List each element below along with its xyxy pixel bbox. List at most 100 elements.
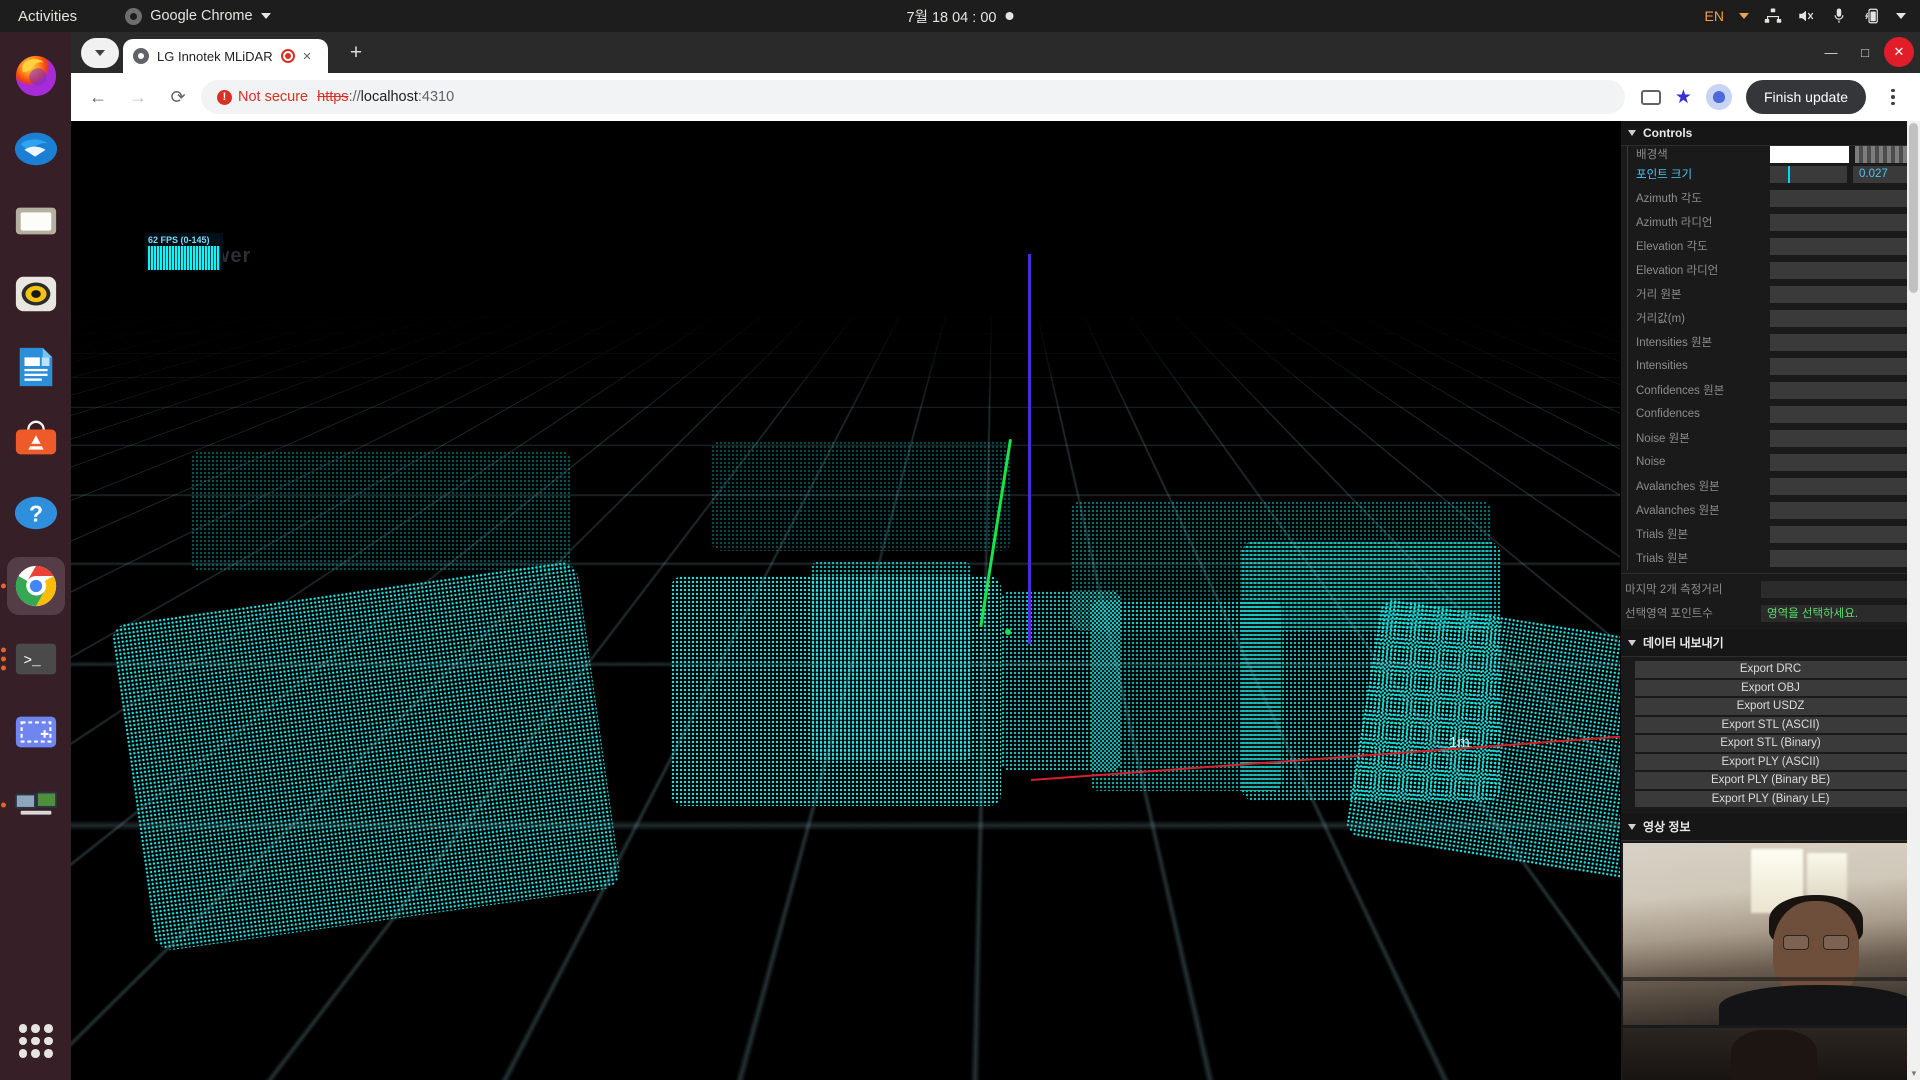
grid-dot-icon [18, 1049, 28, 1058]
activities-button[interactable]: Activities [0, 8, 91, 25]
webcam-preview[interactable] [1623, 843, 1919, 1025]
finish-update-button[interactable]: Finish update [1745, 80, 1866, 114]
value-field[interactable] [1770, 333, 1915, 351]
color-swatch[interactable] [1855, 145, 1915, 163]
cast-icon[interactable] [1640, 89, 1661, 105]
page-scrollbar-thumb[interactable] [1909, 123, 1918, 293]
control-row-label: Trials 원본 [1636, 529, 1689, 541]
summary-row[interactable]: 선택영역 포인트수 영역을 선택하세요. [1621, 601, 1920, 625]
export-button[interactable]: Export PLY (Binary LE) [1634, 790, 1907, 807]
control-row[interactable]: 거리값(m) [1627, 306, 1920, 330]
value-field[interactable] [1770, 549, 1915, 567]
dock-item-files[interactable] [7, 192, 65, 250]
fps-meter[interactable]: 62 FPS (0-145) [145, 233, 223, 270]
value-field[interactable] [1770, 309, 1915, 327]
close-window-button[interactable]: ✕ [1884, 37, 1914, 67]
control-row[interactable]: Avalanches 원본 [1627, 474, 1920, 498]
system-tray[interactable]: EN [1705, 7, 1906, 25]
forward-button[interactable]: → [121, 80, 155, 114]
control-row[interactable]: 배경색 [1627, 145, 1920, 163]
control-row[interactable]: Trials 원본 [1627, 522, 1920, 546]
control-row[interactable]: Noise 원본 [1627, 426, 1920, 450]
video-section-header[interactable]: 영상 정보 [1621, 813, 1920, 841]
export-button[interactable]: Export USDZ [1634, 698, 1907, 715]
value-field[interactable] [1770, 381, 1915, 399]
summary-row-label: 마지막 2개 측정거리 [1625, 584, 1723, 596]
control-row[interactable]: Azimuth 라디언 [1627, 210, 1920, 234]
webcam-secondary-strip[interactable] [1623, 1028, 1919, 1080]
chrome-menu-button[interactable] [1880, 80, 1906, 114]
control-row-label: 배경색 [1636, 149, 1668, 161]
profile-avatar[interactable] [1705, 84, 1732, 110]
control-row[interactable]: Confidences [1627, 402, 1920, 426]
dock-item-google-chrome[interactable] [0, 557, 65, 615]
value-field[interactable] [1770, 261, 1915, 279]
not-secure-badge[interactable]: ! Not secure [217, 89, 308, 105]
dock-item-thunderbird[interactable] [7, 119, 65, 177]
export-button[interactable]: Export PLY (ASCII) [1634, 753, 1907, 770]
new-tab-button[interactable]: + [342, 39, 370, 67]
slider-track[interactable] [1770, 165, 1847, 183]
slider-value[interactable]: 0.027 [1853, 165, 1915, 183]
control-row[interactable]: Intensities 원본 [1627, 330, 1920, 354]
page-scrollbar[interactable]: ▲ ▼ [1907, 121, 1920, 1080]
slider-thumb[interactable] [1788, 165, 1791, 183]
app-menu[interactable]: Google Chrome [125, 7, 271, 25]
value-field[interactable] [1770, 213, 1915, 231]
keyboard-layout-label[interactable]: EN [1705, 8, 1724, 24]
dock-item-displays[interactable] [0, 776, 65, 834]
browser-tab[interactable]: LG Innotek MLiDAR × [123, 39, 328, 73]
chevron-down-icon[interactable] [1896, 13, 1906, 19]
control-row[interactable]: Confidences 원본 [1627, 378, 1920, 402]
value-field[interactable] [1770, 237, 1915, 255]
control-row[interactable]: 포인트 크기 0.027 [1627, 162, 1920, 186]
control-row[interactable]: Avalanches 원본 [1627, 498, 1920, 522]
export-section-header[interactable]: 데이터 내보내기 [1621, 629, 1920, 657]
value-field[interactable] [1770, 357, 1915, 375]
export-button[interactable]: Export PLY (Binary BE) [1634, 772, 1907, 789]
tab-close-button[interactable]: × [303, 48, 312, 65]
summary-row[interactable]: 마지막 2개 측정거리 [1621, 577, 1920, 601]
control-row[interactable]: Elevation 각도 [1627, 234, 1920, 258]
dock-item-screenshot[interactable] [7, 703, 65, 761]
value-field[interactable] [1770, 525, 1915, 543]
clock[interactable]: 7월 18 04 : 00 [907, 6, 1014, 27]
control-row[interactable]: Elevation 라디언 [1627, 258, 1920, 282]
value-field[interactable] [1770, 189, 1915, 207]
dock-item-firefox[interactable] [7, 46, 65, 104]
color-field[interactable] [1770, 145, 1849, 163]
dock-item-rhythmbox[interactable] [7, 265, 65, 323]
value-field[interactable] [1770, 285, 1915, 303]
tab-search-button[interactable] [81, 38, 119, 68]
bookmark-star-icon[interactable]: ★ [1675, 86, 1692, 109]
reload-button[interactable]: ⟳ [161, 80, 195, 114]
address-bar[interactable]: ! Not secure https://localhost:4310 [201, 80, 1625, 114]
control-row[interactable]: Trials 원본 [1627, 546, 1920, 570]
scroll-down-arrow-icon[interactable]: ▼ [1910, 1069, 1918, 1078]
value-field[interactable] [1770, 501, 1915, 519]
export-button[interactable]: Export OBJ [1634, 679, 1907, 696]
maximize-button[interactable]: □ [1850, 37, 1880, 67]
value-field[interactable] [1770, 453, 1915, 471]
video-title: 영상 정보 [1643, 820, 1691, 834]
dock-item-libreoffice-writer[interactable] [7, 338, 65, 396]
minimize-button[interactable]: — [1816, 37, 1846, 67]
export-button[interactable]: Export DRC [1634, 661, 1907, 678]
control-row[interactable]: Azimuth 각도 [1627, 186, 1920, 210]
controls-section-header[interactable]: Controls [1621, 121, 1920, 146]
dock-item-help[interactable]: ? [7, 484, 65, 542]
export-button[interactable]: Export STL (ASCII) [1634, 716, 1907, 733]
control-row[interactable]: Noise [1627, 450, 1920, 474]
value-field[interactable] [1770, 477, 1915, 495]
chevron-down-icon [1628, 130, 1636, 136]
webcam-person-silhouette [1731, 1030, 1817, 1080]
back-button[interactable]: ← [81, 80, 115, 114]
control-row[interactable]: 거리 원본 [1627, 282, 1920, 306]
dock-item-terminal[interactable]: >_ [0, 630, 65, 688]
export-button[interactable]: Export STL (Binary) [1634, 735, 1907, 752]
control-row[interactable]: Intensities [1627, 354, 1920, 378]
value-field[interactable] [1770, 429, 1915, 447]
value-field[interactable] [1770, 405, 1915, 423]
show-applications-button[interactable] [18, 1024, 53, 1058]
dock-item-ubuntu-software[interactable] [7, 411, 65, 469]
